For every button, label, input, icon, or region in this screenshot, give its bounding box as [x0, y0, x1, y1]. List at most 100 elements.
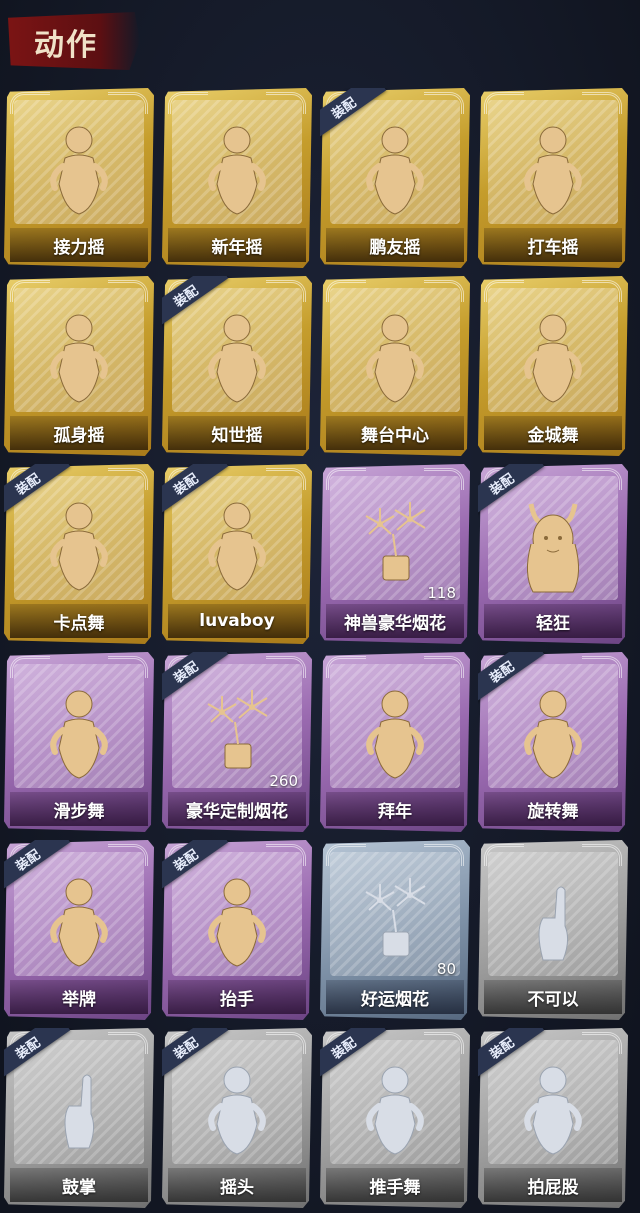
card-label-bar: 金城舞 — [484, 416, 622, 450]
emote-label: 轻狂 — [536, 613, 570, 634]
emote-label: 滑步舞 — [53, 801, 105, 822]
emote-label: 举牌 — [62, 989, 96, 1010]
card-label-bar: 卡点舞 — [10, 604, 148, 638]
dance-figure-icon — [355, 118, 435, 218]
emote-label: 孤身摇 — [53, 425, 105, 446]
card-label-bar: 滑步舞 — [10, 792, 148, 826]
dance-figure-icon — [39, 306, 119, 406]
emote-label: 摇头 — [220, 1177, 254, 1198]
card-label-bar: luvaboy — [168, 604, 306, 638]
page-title: 动作 — [34, 28, 98, 63]
fireworks-icon — [197, 682, 277, 782]
emote-label: 旋转舞 — [527, 801, 579, 822]
emote-card[interactable]: luvaboy 装配 — [162, 464, 312, 644]
emote-label: 拜年 — [378, 801, 412, 822]
emote-card[interactable]: 推手舞 装配 — [320, 1028, 470, 1208]
emote-card[interactable]: 118 神兽豪华烟花 — [320, 464, 470, 644]
emote-card[interactable]: 抬手 装配 — [162, 840, 312, 1020]
emote-label: luvaboy — [199, 611, 275, 631]
emote-card[interactable]: 拜年 — [320, 652, 470, 832]
card-label-bar: 旋转舞 — [484, 792, 622, 826]
emote-card[interactable]: 摇头 装配 — [162, 1028, 312, 1208]
spin-figure-icon — [513, 682, 593, 782]
card-label-bar: 知世摇 — [168, 416, 306, 450]
emote-label: 打车摇 — [527, 237, 579, 258]
emote-label: 新年摇 — [211, 237, 263, 258]
item-count: 260 — [269, 772, 298, 790]
item-count: 118 — [427, 584, 456, 602]
card-label-bar: 鹏友摇 — [326, 228, 464, 262]
emote-card[interactable]: 打车摇 — [478, 88, 628, 268]
emote-card[interactable]: 举牌 装配 — [4, 840, 154, 1020]
card-label-bar: 摇头 — [168, 1168, 306, 1202]
card-label-bar: 推手舞 — [326, 1168, 464, 1202]
card-label-bar: 豪华定制烟花 — [168, 792, 306, 826]
emote-label: 金城舞 — [527, 425, 579, 446]
bow-figure-icon — [355, 682, 435, 782]
emote-label: 接力摇 — [53, 237, 105, 258]
emote-card[interactable]: 260 豪华定制烟花 装配 — [162, 652, 312, 832]
card-label-bar: 拜年 — [326, 792, 464, 826]
emote-label: 知世摇 — [211, 425, 263, 446]
fireworks-icon — [355, 494, 435, 594]
emote-card[interactable]: 孤身摇 — [4, 276, 154, 456]
shake-head-icon — [197, 1058, 277, 1158]
card-label-bar: 拍屁股 — [484, 1168, 622, 1202]
emote-label: 卡点舞 — [53, 613, 105, 634]
emote-card[interactable]: 轻狂 装配 — [478, 464, 628, 644]
card-label-bar: 打车摇 — [484, 228, 622, 262]
emote-card[interactable]: 知世摇 装配 — [162, 276, 312, 456]
card-label-bar: 抬手 — [168, 980, 306, 1014]
dance-figure-icon — [197, 118, 277, 218]
emote-card[interactable]: 卡点舞 装配 — [4, 464, 154, 644]
emote-label: 好运烟花 — [361, 989, 429, 1010]
emote-card[interactable]: 80 好运烟花 — [320, 840, 470, 1020]
card-label-bar: 鼓掌 — [10, 1168, 148, 1202]
emote-card[interactable]: 拍屁股 装配 — [478, 1028, 628, 1208]
emote-card[interactable]: 接力摇 — [4, 88, 154, 268]
emote-label: 抬手 — [220, 989, 254, 1010]
dance-figure-icon — [39, 682, 119, 782]
card-label-bar: 孤身摇 — [10, 416, 148, 450]
emote-label: 鹏友摇 — [369, 237, 421, 258]
card-label-bar: 舞台中心 — [326, 416, 464, 450]
emote-label: 豪华定制烟花 — [186, 801, 288, 822]
dance-figure-icon — [197, 306, 277, 406]
emote-label: 拍屁股 — [527, 1177, 579, 1198]
dance-figure-icon — [39, 118, 119, 218]
card-label-bar: 举牌 — [10, 980, 148, 1014]
raise-hand-icon — [197, 870, 277, 970]
emote-card[interactable]: 不可以 — [478, 840, 628, 1020]
card-label-bar: 神兽豪华烟花 — [326, 604, 464, 638]
dance-figure-icon — [513, 118, 593, 218]
clap-hands-icon — [39, 1058, 119, 1158]
card-label-bar: 好运烟花 — [326, 980, 464, 1014]
emote-label: 舞台中心 — [361, 425, 429, 446]
sign-figure-icon — [39, 870, 119, 970]
emote-card[interactable]: 旋转舞 装配 — [478, 652, 628, 832]
emote-card[interactable]: 舞台中心 — [320, 276, 470, 456]
card-label-bar: 轻狂 — [484, 604, 622, 638]
emote-label: 不可以 — [527, 989, 579, 1010]
dance-figure-icon — [197, 494, 277, 594]
emote-grid: 接力摇 新年摇 鹏友摇 装配 打车摇 孤身摇 知世摇 装配 舞台中心 金城舞 卡… — [4, 88, 636, 1210]
push-dance-icon — [355, 1058, 435, 1158]
fireworks-icon — [355, 870, 435, 970]
emote-label: 鼓掌 — [62, 1177, 96, 1198]
card-label-bar: 不可以 — [484, 980, 622, 1014]
emote-card[interactable]: 新年摇 — [162, 88, 312, 268]
emote-label: 神兽豪华烟花 — [344, 613, 446, 634]
emote-card[interactable]: 鹏友摇 装配 — [320, 88, 470, 268]
finger-wag-icon — [513, 870, 593, 970]
emote-card[interactable]: 鼓掌 装配 — [4, 1028, 154, 1208]
emote-card[interactable]: 滑步舞 — [4, 652, 154, 832]
header: 动作 — [0, 0, 640, 86]
dance-figure-icon — [513, 306, 593, 406]
item-count: 80 — [436, 960, 456, 978]
emote-label: 推手舞 — [369, 1177, 421, 1198]
slap-figure-icon — [513, 1058, 593, 1158]
dance-figure-icon — [355, 306, 435, 406]
card-label-bar: 接力摇 — [10, 228, 148, 262]
card-label-bar: 新年摇 — [168, 228, 306, 262]
emote-card[interactable]: 金城舞 — [478, 276, 628, 456]
